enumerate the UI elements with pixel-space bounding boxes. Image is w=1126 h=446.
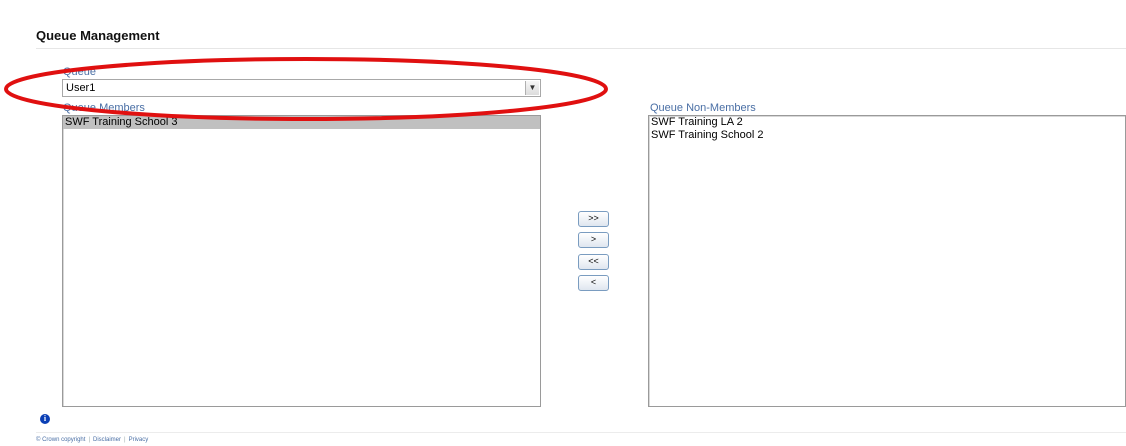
privacy-link[interactable]: Privacy (129, 437, 149, 443)
list-item[interactable]: SWF Training School 3 (63, 116, 540, 129)
queue-members-list[interactable]: SWF Training School 3 (62, 115, 541, 407)
queue-select[interactable]: User1 ▼ (62, 79, 541, 97)
remove-all-button[interactable]: << (578, 254, 609, 270)
copyright-link[interactable]: © Crown copyright (36, 437, 85, 443)
queue-non-members-list[interactable]: SWF Training LA 2 SWF Training School 2 (648, 115, 1126, 407)
chevron-down-icon[interactable]: ▼ (525, 81, 539, 95)
list-item[interactable]: SWF Training School 2 (649, 129, 1125, 142)
footer: © Crown copyright | Disclaimer | Privacy (36, 437, 149, 443)
disclaimer-link[interactable]: Disclaimer (93, 437, 121, 443)
add-all-button[interactable]: >> (578, 211, 609, 227)
page-title: Queue Management (36, 28, 160, 43)
list-item[interactable]: SWF Training LA 2 (649, 116, 1125, 129)
title-divider (36, 48, 1126, 49)
footer-divider (36, 432, 1126, 433)
queue-non-members-label: Queue Non-Members (650, 102, 756, 114)
queue-select-value: User1 (66, 82, 96, 94)
queue-members-label: Queue Members (63, 102, 145, 114)
remove-selected-button[interactable]: < (578, 275, 609, 291)
add-selected-button[interactable]: > (578, 232, 609, 248)
info-icon[interactable]: i (40, 414, 50, 424)
queue-label: Queue (63, 66, 97, 78)
